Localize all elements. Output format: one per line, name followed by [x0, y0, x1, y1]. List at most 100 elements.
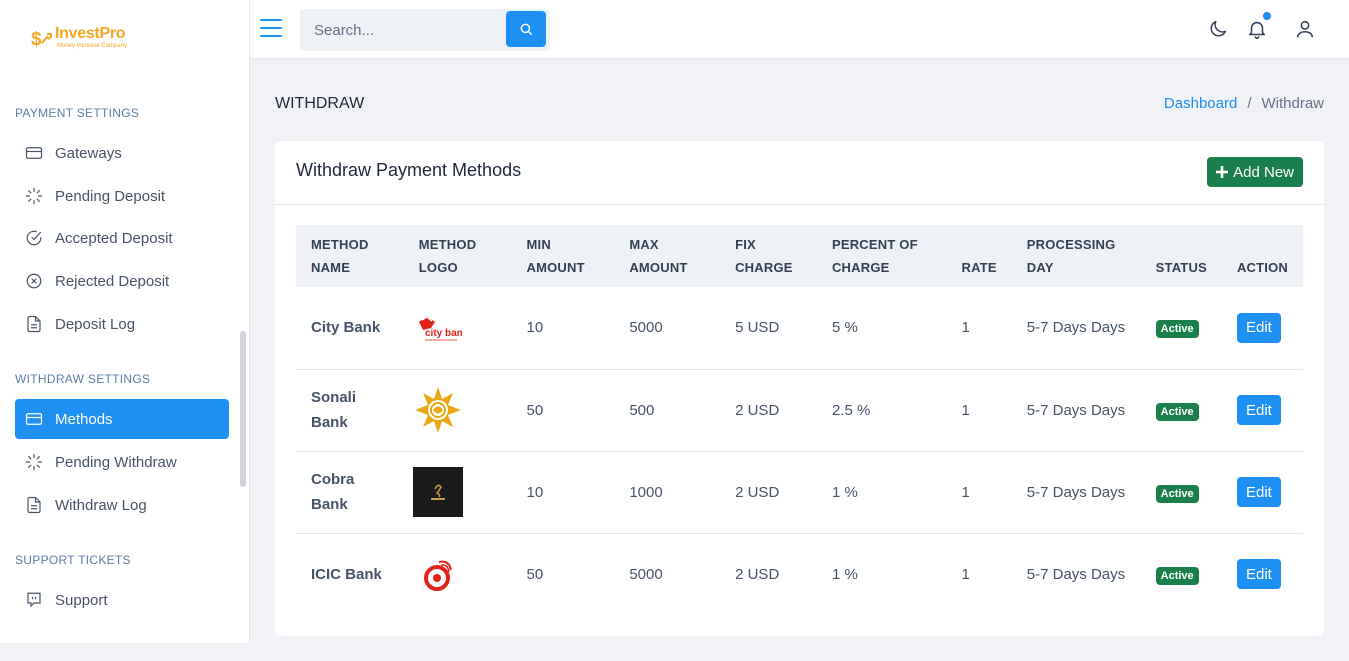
sonali-bank-logo — [413, 385, 463, 435]
sidebar-item-rejected-deposit[interactable]: Rejected Deposit — [15, 261, 229, 301]
sidebar-item-deposit-log[interactable]: Deposit Log — [15, 304, 229, 344]
column-header-method-name: METHOD NAME — [311, 237, 369, 275]
min-amount: 50 — [526, 565, 544, 583]
percent-charge: 1 % — [831, 483, 858, 501]
percent-charge: 2.5 % — [831, 401, 871, 419]
brand-tagline: Money Increase Company — [57, 43, 128, 49]
svg-text:city bank: city bank — [425, 328, 463, 339]
city-bank-logo: city bank — [413, 303, 463, 353]
min-amount: 50 — [526, 401, 544, 419]
edit-button[interactable]: Edit — [1236, 477, 1281, 507]
column-header-percent-of-charge: PERCENT OF CHARGE — [831, 237, 918, 275]
edit-button[interactable]: Edit — [1236, 559, 1281, 590]
edit-button[interactable]: Edit — [1236, 312, 1281, 343]
file-icon — [27, 496, 41, 514]
column-header-rate: RATE — [961, 260, 997, 275]
edit-button[interactable]: Edit — [1236, 395, 1281, 425]
min-amount: 10 — [526, 319, 544, 337]
status-badge: Active — [1155, 402, 1199, 421]
support-tickets-title: SUPPORT TICKETS — [15, 553, 131, 567]
cobra-bank-logo — [412, 467, 463, 517]
max-amount: 500 — [629, 401, 655, 419]
plus-icon — [1216, 166, 1229, 178]
spinner-icon — [25, 453, 43, 471]
status-badge: Active — [1155, 484, 1199, 503]
withdraw-methods-card: Withdraw Payment Methods Add New METHOD N… — [275, 141, 1324, 636]
table-row: Cobra Bank 10 1000 2 USD 1 % 1 5-7 Days … — [296, 451, 1303, 533]
sidebar-item-pending-withdraw[interactable]: Pending Withdraw — [15, 442, 229, 482]
percent-charge: 1 % — [831, 565, 858, 583]
card-title: Withdraw Payment Methods — [296, 160, 522, 180]
sidebar-item-gateways[interactable]: Gateways — [15, 133, 229, 173]
search-icon — [520, 23, 532, 35]
search-input[interactable] — [300, 9, 506, 51]
table-header-row: METHOD NAME METHOD LOGO MIN AMOUNT MAX AMOUN… — [296, 225, 1303, 287]
moon-icon[interactable] — [1207, 18, 1229, 40]
column-header-action: ACTION — [1236, 260, 1288, 275]
brand-logo[interactable]: $ InvestPro Money Increase Company — [30, 25, 127, 51]
column-header-status: STATUS — [1155, 260, 1207, 275]
column-header-method-logo: METHOD LOGO — [418, 237, 477, 275]
fix-charge: 2 USD — [735, 401, 780, 419]
percent-charge: 5 % — [831, 319, 858, 337]
column-header-processing-day: PROCESSING DAY — [1026, 237, 1116, 275]
sidebar-item-methods[interactable]: Methods — [15, 399, 229, 439]
bell-icon[interactable] — [1246, 18, 1268, 40]
sidebar-scrollbar[interactable] — [240, 331, 246, 487]
credit-card-icon — [25, 147, 43, 159]
sidebar-item-label: Deposit Log — [55, 315, 136, 333]
table-row: Sonali Bank 50 500 2 USD 2.5 % 1 5-7 Day… — [296, 369, 1303, 451]
icic-bank-logo — [413, 549, 463, 599]
max-amount: 5000 — [629, 565, 663, 583]
sidebar-item-label: Withdraw Log — [55, 496, 147, 514]
fix-charge: 5 USD — [735, 319, 780, 337]
method-name: Sonali Bank — [311, 389, 357, 431]
topbar — [250, 0, 1349, 59]
rate: 1 — [961, 565, 970, 583]
menu-icon[interactable] — [260, 18, 282, 38]
method-name: ICIC Bank — [311, 565, 382, 583]
column-header-fix-charge: FIX CHARGE — [735, 237, 793, 275]
x-circle-icon — [26, 273, 42, 289]
status-badge: Active — [1155, 566, 1199, 585]
fix-charge: 2 USD — [735, 565, 780, 583]
table-row: City Bank city bank 10 5000 5 USD 5 % — [296, 287, 1303, 369]
processing-day: 5-7 Days Days — [1026, 483, 1126, 501]
status-badge: Active — [1155, 320, 1199, 339]
user-icon[interactable] — [1294, 18, 1316, 40]
sidebar-item-label: Support — [55, 591, 108, 609]
sidebar-item-label: Gateways — [55, 144, 122, 162]
check-circle-icon — [26, 230, 42, 246]
table-row: ICIC Bank 50 5000 2 USD 1 % 1 5-7 Days D… — [296, 533, 1303, 615]
file-icon — [27, 315, 41, 333]
sidebar-item-label: Methods — [55, 410, 113, 428]
payment-settings-title: PAYMENT SETTINGS — [15, 106, 140, 120]
rate: 1 — [961, 319, 970, 337]
svg-text:$: $ — [31, 29, 42, 50]
sidebar-item-label: Rejected Deposit — [55, 272, 170, 290]
rate: 1 — [961, 483, 970, 501]
card-divider — [275, 204, 1324, 205]
withdraw-settings-title: WITHDRAW SETTINGS — [15, 372, 151, 386]
column-header-max-amount: MAX AMOUNT — [629, 237, 688, 275]
brand-name: InvestPro — [55, 25, 126, 42]
sidebar-item-label: Pending Deposit — [55, 187, 166, 205]
processing-day: 5-7 Days Days — [1026, 401, 1126, 419]
max-amount: 5000 — [629, 319, 663, 337]
sidebar-item-pending-deposit[interactable]: Pending Deposit — [15, 176, 229, 216]
breadcrumb-current: Withdraw — [1261, 95, 1324, 112]
methods-table: METHOD NAME METHOD LOGO MIN AMOUNT MAX AMOUN… — [296, 225, 1303, 615]
page-title: WITHDRAW — [275, 95, 365, 112]
method-name: City Bank — [311, 319, 381, 337]
search-button[interactable] — [506, 11, 546, 47]
sidebar-item-withdraw-log[interactable]: Withdraw Log — [15, 485, 229, 525]
sidebar-item-label: Accepted Deposit — [55, 229, 173, 247]
column-header-min-amount: MIN AMOUNT — [526, 237, 585, 275]
add-new-button[interactable]: Add New — [1207, 157, 1303, 187]
sidebar-item-accepted-deposit[interactable]: Accepted Deposit — [15, 218, 229, 258]
breadcrumb-dashboard-link[interactable]: Dashboard — [1164, 95, 1237, 112]
credit-card-icon — [25, 413, 43, 425]
sidebar: $ InvestPro Money Increase Company PAYME… — [0, 0, 250, 643]
min-amount: 10 — [526, 483, 544, 501]
sidebar-item-support[interactable]: Support — [15, 580, 229, 620]
